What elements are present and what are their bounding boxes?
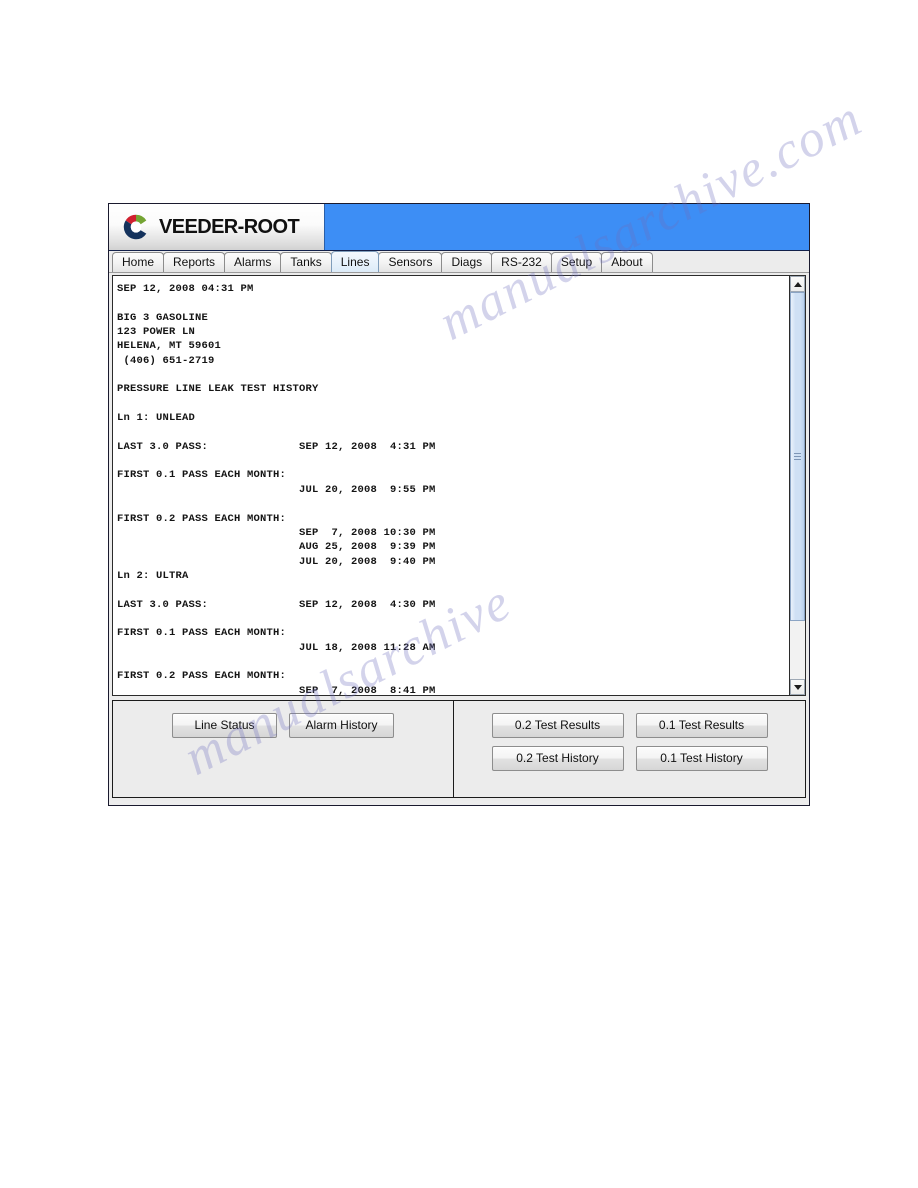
- scrollbar-track[interactable]: [790, 292, 805, 679]
- scroll-up-arrow-icon: [793, 281, 802, 287]
- scrollbar-grip-icon: [794, 453, 801, 461]
- tab-sensors[interactable]: Sensors: [378, 252, 443, 272]
- veeder-root-console-window: VEEDER-ROOT Home Reports Alarms Tanks Li…: [108, 203, 810, 806]
- logo-plate: VEEDER-ROOT: [109, 204, 325, 250]
- report-text-pane[interactable]: SEP 12, 2008 04:31 PM BIG 3 GASOLINE 123…: [112, 275, 789, 696]
- line-actions-panel: Line Status Alarm History: [112, 700, 454, 798]
- tab-setup[interactable]: Setup: [550, 252, 603, 272]
- brand-wordmark: VEEDER-ROOT: [159, 215, 300, 238]
- test-results-row: 0.2 Test Results 0.1 Test Results: [491, 713, 768, 738]
- report-body-text: SEP 12, 2008 04:31 PM BIG 3 GASOLINE 123…: [117, 283, 436, 696]
- scroll-up-button[interactable]: [790, 276, 805, 292]
- test-history-row: 0.2 Test History 0.1 Test History: [491, 746, 768, 771]
- page-canvas: manualsarchive.com manualsarchive VEEDER…: [0, 0, 918, 1188]
- content-area: SEP 12, 2008 04:31 PM BIG 3 GASOLINE 123…: [109, 273, 809, 697]
- scroll-down-button[interactable]: [790, 679, 805, 695]
- test-history-01-button[interactable]: 0.1 Test History: [635, 746, 768, 771]
- line-status-button[interactable]: Line Status: [172, 713, 277, 738]
- test-history-02-button[interactable]: 0.2 Test History: [491, 746, 624, 771]
- scrollbar-thumb[interactable]: [790, 292, 805, 621]
- tab-about[interactable]: About: [601, 252, 653, 272]
- tab-diags[interactable]: Diags: [441, 252, 493, 272]
- tab-alarms[interactable]: Alarms: [224, 252, 282, 272]
- veeder-root-swoosh-icon: [121, 212, 151, 242]
- test-results-01-button[interactable]: 0.1 Test Results: [635, 713, 768, 738]
- tab-home[interactable]: Home: [112, 252, 165, 272]
- tab-lines[interactable]: Lines: [330, 251, 380, 272]
- test-results-02-button[interactable]: 0.2 Test Results: [491, 713, 624, 738]
- report-vertical-scrollbar[interactable]: [789, 275, 806, 696]
- tab-rs232[interactable]: RS-232: [491, 252, 552, 272]
- test-actions-panel: 0.2 Test Results 0.1 Test Results 0.2 Te…: [454, 700, 806, 798]
- action-button-bar: Line Status Alarm History 0.2 Test Resul…: [109, 697, 809, 801]
- scroll-down-arrow-icon: [793, 684, 802, 690]
- alarm-history-button[interactable]: Alarm History: [289, 713, 394, 738]
- navigation-tab-strip: Home Reports Alarms Tanks Lines Sensors …: [109, 251, 809, 273]
- tab-tanks[interactable]: Tanks: [280, 252, 332, 272]
- header-bar: VEEDER-ROOT: [109, 204, 809, 251]
- tab-reports[interactable]: Reports: [163, 252, 226, 272]
